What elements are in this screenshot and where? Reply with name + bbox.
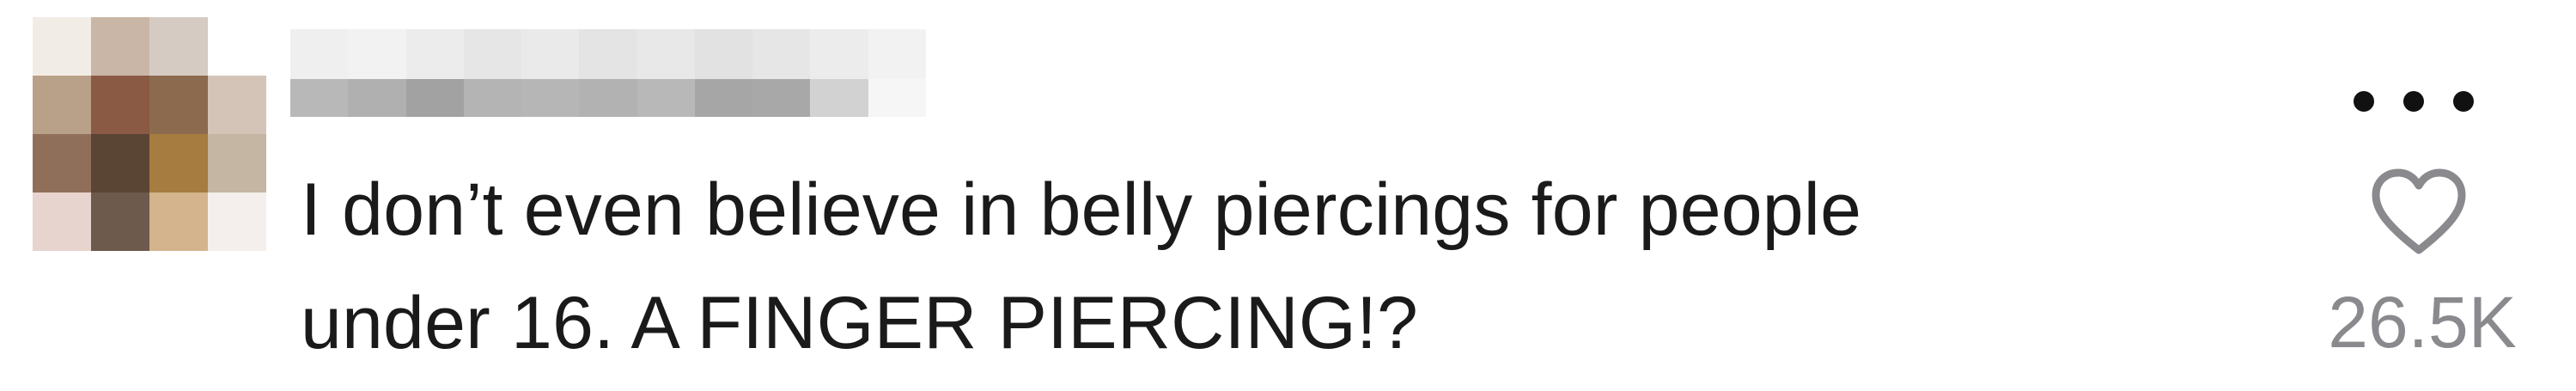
avatar-pixel [33, 192, 91, 251]
avatar-pixel [91, 134, 149, 192]
ellipsis-dot [2453, 91, 2474, 112]
username-blur-pixel [405, 79, 464, 117]
avatar-pixel [208, 17, 266, 76]
like-button[interactable] [2371, 168, 2467, 257]
ellipsis-icon[interactable] [2354, 79, 2474, 124]
username-blur-pixel [810, 29, 868, 79]
avatar-pixel [91, 192, 149, 251]
avatar-pixel [149, 76, 208, 134]
avatar-pixel [149, 17, 208, 76]
avatar-pixel [149, 134, 208, 192]
heart-outline-icon [2372, 168, 2466, 254]
comment-text: I don’t even believe in belly piercings … [301, 153, 2276, 380]
username-blur-pixel [868, 79, 926, 117]
username-blur-pixel [636, 79, 695, 117]
username-blur-pixel [348, 29, 406, 79]
avatar-pixel [208, 192, 266, 251]
username-blur-pixel [579, 29, 637, 79]
username-blur-pixel [810, 79, 868, 117]
avatar-pixel [208, 134, 266, 192]
avatar-pixel [33, 134, 91, 192]
username-blur-pixel [752, 29, 811, 79]
username-blur-row [290, 29, 926, 79]
username-blur-pixel [521, 29, 580, 79]
ellipsis-dot [2354, 91, 2374, 112]
username-blur-pixel [290, 29, 349, 79]
avatar-pixel [149, 192, 208, 251]
avatar-pixel [208, 76, 266, 134]
avatar-pixel [91, 17, 149, 76]
username-blur-pixel [521, 79, 580, 117]
username-blur-pixel [636, 29, 695, 79]
username-blur-pixel [463, 29, 522, 79]
comment-text-line: under 16. A FINGER PIERCING!? [301, 282, 1419, 364]
username-blur-pixel [579, 79, 637, 117]
username-redacted[interactable] [290, 29, 926, 129]
comment-text-line: I don’t even believe in belly piercings … [301, 168, 1862, 251]
like-count: 26.5K [2328, 282, 2517, 363]
username-blur-pixel [694, 29, 753, 79]
username-blur-pixel [348, 79, 406, 117]
avatar-pixel [33, 17, 91, 76]
avatar-pixel [33, 76, 91, 134]
username-blur-pixel [463, 79, 522, 117]
ellipsis-dot [2403, 91, 2424, 112]
username-blur-pixel [405, 29, 464, 79]
username-blur-pixel [694, 79, 753, 117]
username-blur-pixel [868, 29, 926, 79]
username-blur-row [290, 79, 926, 129]
comment-item: I don’t even believe in belly piercings … [0, 0, 2576, 391]
username-blur-pixel [752, 79, 811, 117]
avatar-pixel [91, 76, 149, 134]
username-blur-pixel [290, 79, 349, 117]
avatar[interactable] [33, 17, 266, 251]
